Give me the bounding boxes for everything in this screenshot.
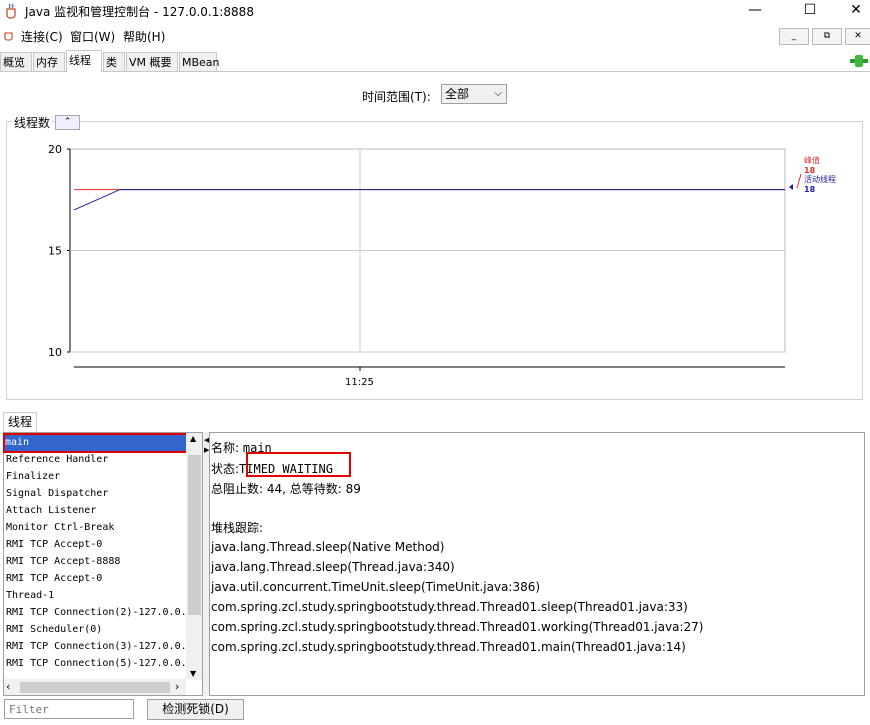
stack-frame: com.spring.zcl.study.springbootstudy.thr…	[211, 640, 686, 654]
tab-classes[interactable]: 类	[103, 52, 125, 71]
legend-peak-value: 18	[804, 166, 816, 175]
tab-vm-summary[interactable]: VM 概要	[126, 52, 178, 71]
stack-frame: com.spring.zcl.study.springbootstudy.thr…	[211, 620, 704, 634]
menu-bar: 连接(C) 窗口(W) 帮助(H)	[0, 24, 870, 46]
y-tick-label: 10	[48, 346, 62, 359]
time-range-label: 时间范围(T):	[362, 90, 431, 104]
thread-list-item[interactable]: RMI TCP Accept-0	[6, 571, 186, 587]
thread-list-item[interactable]: Signal Dispatcher	[6, 486, 186, 502]
stack-frame: java.lang.Thread.sleep(Thread.java:340)	[211, 560, 455, 574]
java-cup-icon	[6, 3, 16, 19]
mdi-close-button[interactable]: ✕	[845, 28, 870, 45]
app-menu-icon[interactable]	[2, 28, 16, 42]
vscroll-thumb[interactable]	[188, 455, 201, 615]
x-tick-label: 11:25	[345, 377, 374, 388]
stack-frame: java.util.concurrent.TimeUnit.sleep(Time…	[211, 580, 541, 594]
tab-mbean[interactable]: MBean	[179, 52, 220, 71]
mdi-restore-button[interactable]: ⧉	[812, 28, 842, 45]
thread-list-item[interactable]: RMI TCP Accept-8888	[6, 554, 186, 570]
minimize-button[interactable]: —	[732, 0, 778, 22]
hscroll-thumb[interactable]	[20, 682, 170, 693]
thread-list-item[interactable]: RMI TCP Accept-0	[6, 537, 186, 553]
time-range-value: 全部	[445, 87, 470, 101]
stack-frame: com.spring.zcl.study.springbootstudy.thr…	[211, 600, 688, 614]
thread-list-item[interactable]: Reference Handler	[6, 452, 186, 468]
legend-live-value: 18	[804, 185, 816, 194]
thread-list-item[interactable]: Thread-1	[6, 588, 186, 604]
thread-list-item[interactable]: RMI Scheduler(0)	[6, 622, 186, 638]
window-title: Java 监视和管理控制台 - 127.0.0.1:8888	[25, 5, 254, 19]
mdi-minimize-button[interactable]: _	[779, 28, 809, 45]
thread-count-chart: 20151011:25峰值18活动线程18	[48, 143, 836, 388]
thread-list-item[interactable]: Finalizer	[6, 469, 186, 485]
state-highlight-box	[246, 452, 351, 477]
stack-trace-label: 堆栈跟踪:	[211, 521, 264, 535]
menu-help[interactable]: 帮助(H)	[123, 28, 165, 45]
threads-subtab[interactable]: 线程	[3, 412, 37, 432]
thread-list-item[interactable]: RMI TCP Connection(3)-127.0.0.	[6, 639, 186, 655]
tab-overview[interactable]: 概览	[0, 52, 32, 71]
thread-list: main Reference Handler Finalizer Signal Dis…	[3, 432, 203, 696]
chevron-down-icon: ⌵	[494, 88, 502, 99]
title-bar: Java 监视和管理控制台 - 127.0.0.1:8888 — ☐ ✕	[0, 0, 870, 22]
state-label: 状态:	[211, 462, 240, 476]
detect-deadlock-button[interactable]: 检测死锁(D)	[147, 699, 244, 720]
tab-memory[interactable]: 内存	[33, 52, 65, 71]
scroll-down-icon[interactable]: ▼	[190, 669, 196, 678]
thread-list-item[interactable]: Monitor Ctrl-Break	[6, 520, 186, 536]
legend-live-label: 活动线程	[804, 174, 836, 184]
stack-frame: java.lang.Thread.sleep(Native Method)	[211, 540, 445, 554]
block-wait-counts: 总阻止数: 44, 总等待数: 89	[211, 482, 361, 496]
legend-pointer	[796, 173, 802, 189]
y-tick-label: 20	[48, 143, 62, 156]
scroll-up-icon[interactable]: ▲	[190, 434, 196, 443]
thread-list-item[interactable]: RMI TCP Connection(2)-127.0.0.	[6, 605, 186, 621]
maximize-button[interactable]: ☐	[787, 0, 833, 22]
legend-marker	[789, 184, 793, 190]
main-highlight-box	[3, 433, 193, 453]
collapse-button[interactable]: ⌃	[55, 115, 80, 130]
connection-status-icon	[850, 55, 868, 67]
legend-peak-label: 峰值	[804, 155, 820, 165]
close-button[interactable]: ✕	[833, 0, 870, 22]
scroll-right-icon[interactable]: ›	[175, 680, 179, 693]
scroll-left-icon[interactable]: ‹	[6, 680, 10, 693]
menu-window[interactable]: 窗口(W)	[70, 28, 115, 45]
y-tick-label: 15	[48, 245, 62, 258]
tab-threads[interactable]: 线程	[66, 50, 102, 72]
thread-list-item[interactable]: RMI TCP Connection(5)-127.0.0.	[6, 656, 186, 672]
time-range-select[interactable]: 全部 ⌵	[441, 84, 507, 104]
thread-list-item[interactable]: Attach Listener	[6, 503, 186, 519]
menu-connection[interactable]: 连接(C)	[21, 28, 63, 45]
filter-input[interactable]	[4, 699, 134, 719]
name-label: 名称:	[211, 441, 240, 455]
chart-panel-title: 线程数	[12, 114, 53, 131]
